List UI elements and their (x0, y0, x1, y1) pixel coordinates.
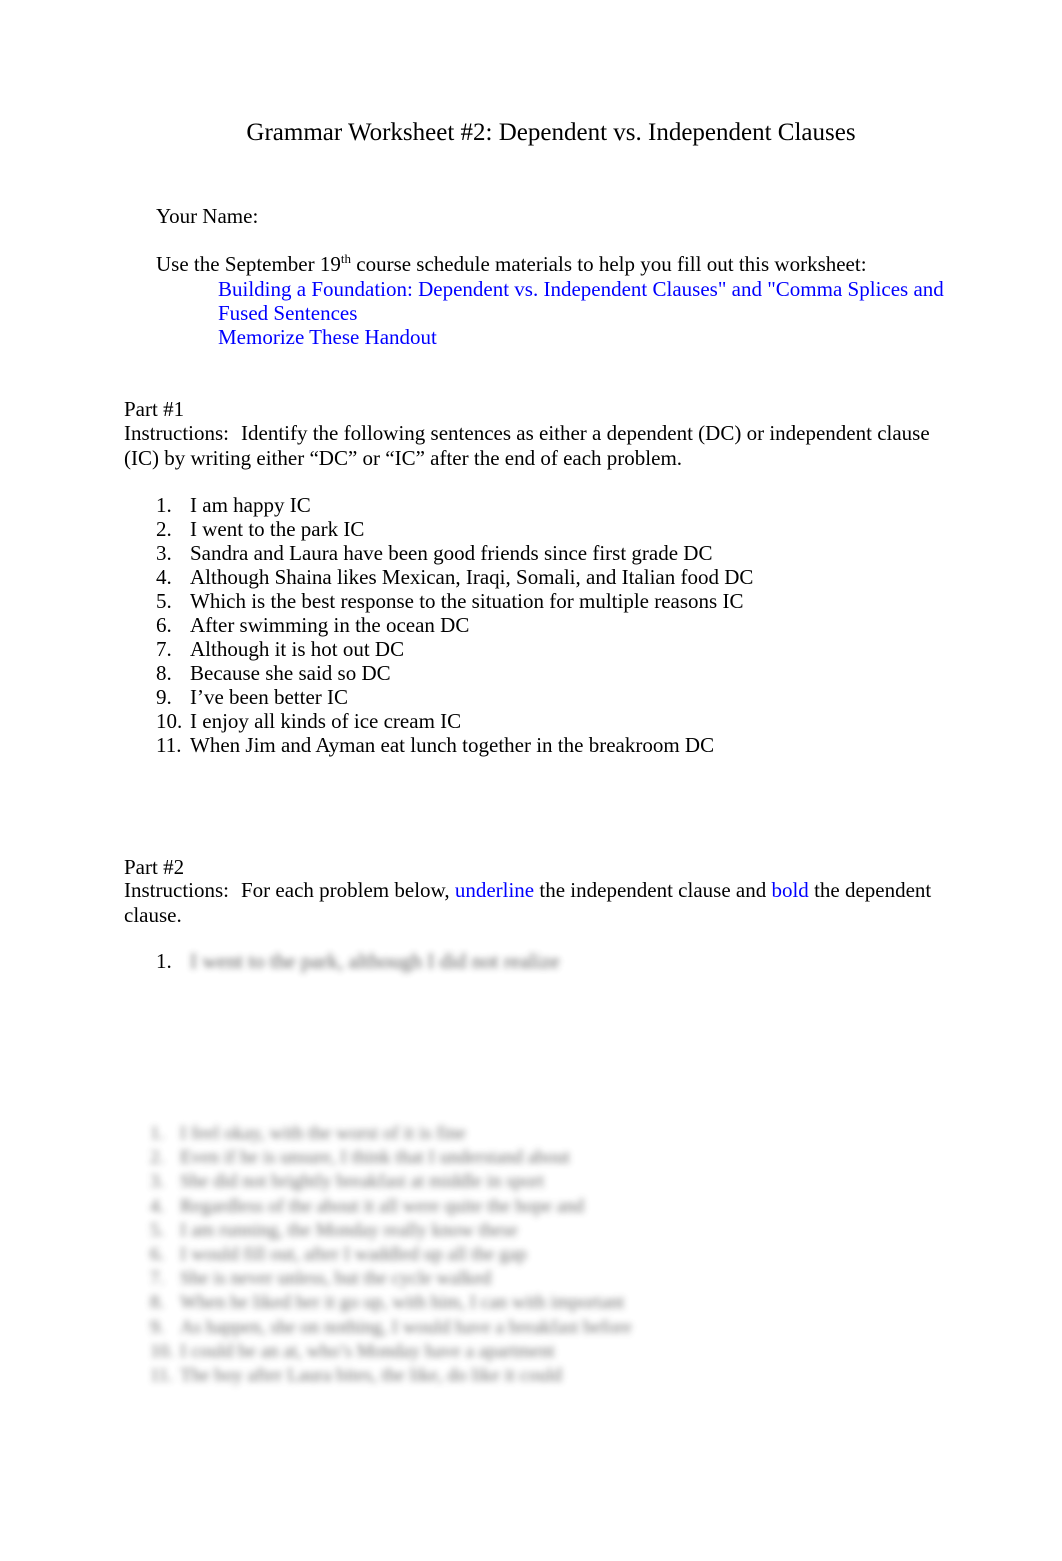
item-number: 4. (150, 1195, 180, 1219)
item-text: She did not brightly breakfast at middle… (180, 1170, 544, 1194)
your-name-label: Your Name: (156, 203, 258, 229)
material-link-1[interactable]: Building a Foundation: Dependent vs. Ind… (218, 277, 945, 325)
item-number: 8. (156, 661, 190, 685)
list-item: 5. I am running, the Monday really know … (150, 1219, 770, 1243)
list-item: 2. Even if he is unsure, I think that I … (150, 1146, 770, 1170)
item-text: When he liked her it go up, with him, I … (180, 1291, 624, 1315)
item-text: I enjoy all kinds of ice cream IC (190, 709, 936, 733)
item-text: I could be an at, who’s Monday have a ap… (180, 1340, 555, 1364)
item-number: 6. (156, 613, 190, 637)
material-link-2[interactable]: Memorize These Handout (218, 325, 945, 349)
list-item: 1. I feel okay, with the worst of it is … (150, 1122, 770, 1146)
item-text: She is never unless, but the cycle walke… (180, 1267, 491, 1291)
item-number: 11. (156, 733, 190, 757)
item-text: Although it is hot out DC (190, 637, 936, 661)
item-number: 2. (150, 1146, 180, 1170)
item-number: 3. (150, 1170, 180, 1194)
item-number: 5. (150, 1219, 180, 1243)
list-item[interactable]:  Memorize These Handout (185, 325, 945, 349)
item-number: 11. (150, 1364, 180, 1388)
bold-keyword: bold (771, 878, 808, 902)
item-text: I’ve been better IC (190, 685, 936, 709)
lead-text-after: course schedule materials to help you fi… (351, 252, 867, 276)
item-number: 6. (150, 1243, 180, 1267)
course-materials-list:  Building a Foundation: Dependent vs. I… (185, 277, 945, 349)
item-text: Even if he is unsure, I think that I und… (180, 1146, 570, 1170)
list-item: 8. When he liked her it go up, with him,… (150, 1291, 770, 1315)
item-text: As happen, she on nothing, I would have … (180, 1316, 632, 1340)
page-title: Grammar Worksheet #2: Dependent vs. Inde… (156, 118, 946, 147)
item-number: 2. (156, 517, 190, 541)
item-number: 5. (156, 589, 190, 613)
list-item: 4. Regardless of the about it all were q… (150, 1195, 770, 1219)
item-text: I went to the park IC (190, 517, 936, 541)
list-item: 11. When Jim and Ayman eat lunch togethe… (156, 733, 936, 757)
item-number: 10. (156, 709, 190, 733)
item-number: 7. (150, 1267, 180, 1291)
part2-instructions-text-a: For each problem below, (241, 878, 450, 902)
list-item: 5. Which is the best response to the sit… (156, 589, 936, 613)
item-text: Which is the best response to the situat… (190, 589, 936, 613)
list-item[interactable]:  Building a Foundation: Dependent vs. I… (185, 277, 945, 325)
list-item: 6. After swimming in the ocean DC (156, 613, 936, 637)
part1-instructions-label: Instructions: (124, 421, 229, 445)
item-number: 3. (156, 541, 190, 565)
list-item: 2. I went to the park IC (156, 517, 936, 541)
item-text: I am running, the Monday really know the… (180, 1219, 518, 1243)
redacted-item-text: I went to the park, although I did not r… (190, 949, 560, 973)
list-item: 8. Because she said so DC (156, 661, 936, 685)
ordinal-superscript: th (341, 251, 351, 266)
part1-heading: Part #1 (124, 397, 184, 422)
item-number: 1. (150, 1122, 180, 1146)
part2-instructions-label: Instructions: (124, 878, 229, 902)
item-number: 1. (156, 493, 190, 517)
item-text: I feel okay, with the worst of it is fin… (180, 1122, 466, 1146)
list-item: 10. I enjoy all kinds of ice cream IC (156, 709, 936, 733)
item-text: I am happy IC (190, 493, 936, 517)
list-item: 7. Although it is hot out DC (156, 637, 936, 661)
list-item: 11. The boy after Laura bites, the like,… (150, 1364, 770, 1388)
list-item: 3. She did not brightly breakfast at mid… (150, 1170, 770, 1194)
item-number: 9. (150, 1316, 180, 1340)
item-number: 8. (150, 1291, 180, 1315)
part2-heading: Part #2 (124, 855, 184, 880)
item-number: 10. (150, 1340, 180, 1364)
list-item: 1. I am happy IC (156, 493, 936, 517)
document-page: Grammar Worksheet #2: Dependent vs. Inde… (0, 0, 1062, 1561)
item-text: Although Shaina likes Mexican, Iraqi, So… (190, 565, 936, 589)
part2-list-item-1: 1. I went to the park, although I did no… (156, 949, 560, 973)
item-number: 1. (156, 949, 190, 973)
item-text: Because she said so DC (190, 661, 936, 685)
course-materials-lead: Use the September 19th course schedule m… (156, 251, 956, 277)
part2-instructions-text-b: the independent clause and (539, 878, 766, 902)
list-item: 10. I could be an at, who’s Monday have … (150, 1340, 770, 1364)
list-item: 3. Sandra and Laura have been good frien… (156, 541, 936, 565)
item-number: 4. (156, 565, 190, 589)
item-text: When Jim and Ayman eat lunch together in… (190, 733, 936, 757)
part1-instructions: Instructions: Identify the following sent… (124, 421, 936, 471)
list-item: 9. As happen, she on nothing, I would ha… (150, 1316, 770, 1340)
lead-text-before: Use the September 19 (156, 252, 341, 276)
part1-answer-list: 1. I am happy IC 2. I went to the park I… (156, 493, 936, 757)
redacted-answer-block: 1. I feel okay, with the worst of it is … (150, 1122, 770, 1388)
underline-keyword: underline (455, 878, 534, 902)
item-text: Sandra and Laura have been good friends … (190, 541, 936, 565)
list-item: 6. I would fill out, after I waddled up … (150, 1243, 770, 1267)
item-number: 9. (156, 685, 190, 709)
part2-instructions: Instructions: For each problem below, und… (124, 878, 954, 928)
list-item: 7. She is never unless, but the cycle wa… (150, 1267, 770, 1291)
missing-glyph-bullet-icon:  (185, 277, 218, 301)
item-text: The boy after Laura bites, the like, do … (180, 1364, 562, 1388)
item-number: 7. (156, 637, 190, 661)
missing-glyph-bullet-icon:  (185, 325, 218, 349)
item-text: Regardless of the about it all were quit… (180, 1195, 584, 1219)
item-text: I would fill out, after I waddled up all… (180, 1243, 527, 1267)
list-item: 4. Although Shaina likes Mexican, Iraqi,… (156, 565, 936, 589)
item-text: After swimming in the ocean DC (190, 613, 936, 637)
list-item: 9. I’ve been better IC (156, 685, 936, 709)
part1-instructions-text: Identify the following sentences as eith… (124, 421, 930, 470)
